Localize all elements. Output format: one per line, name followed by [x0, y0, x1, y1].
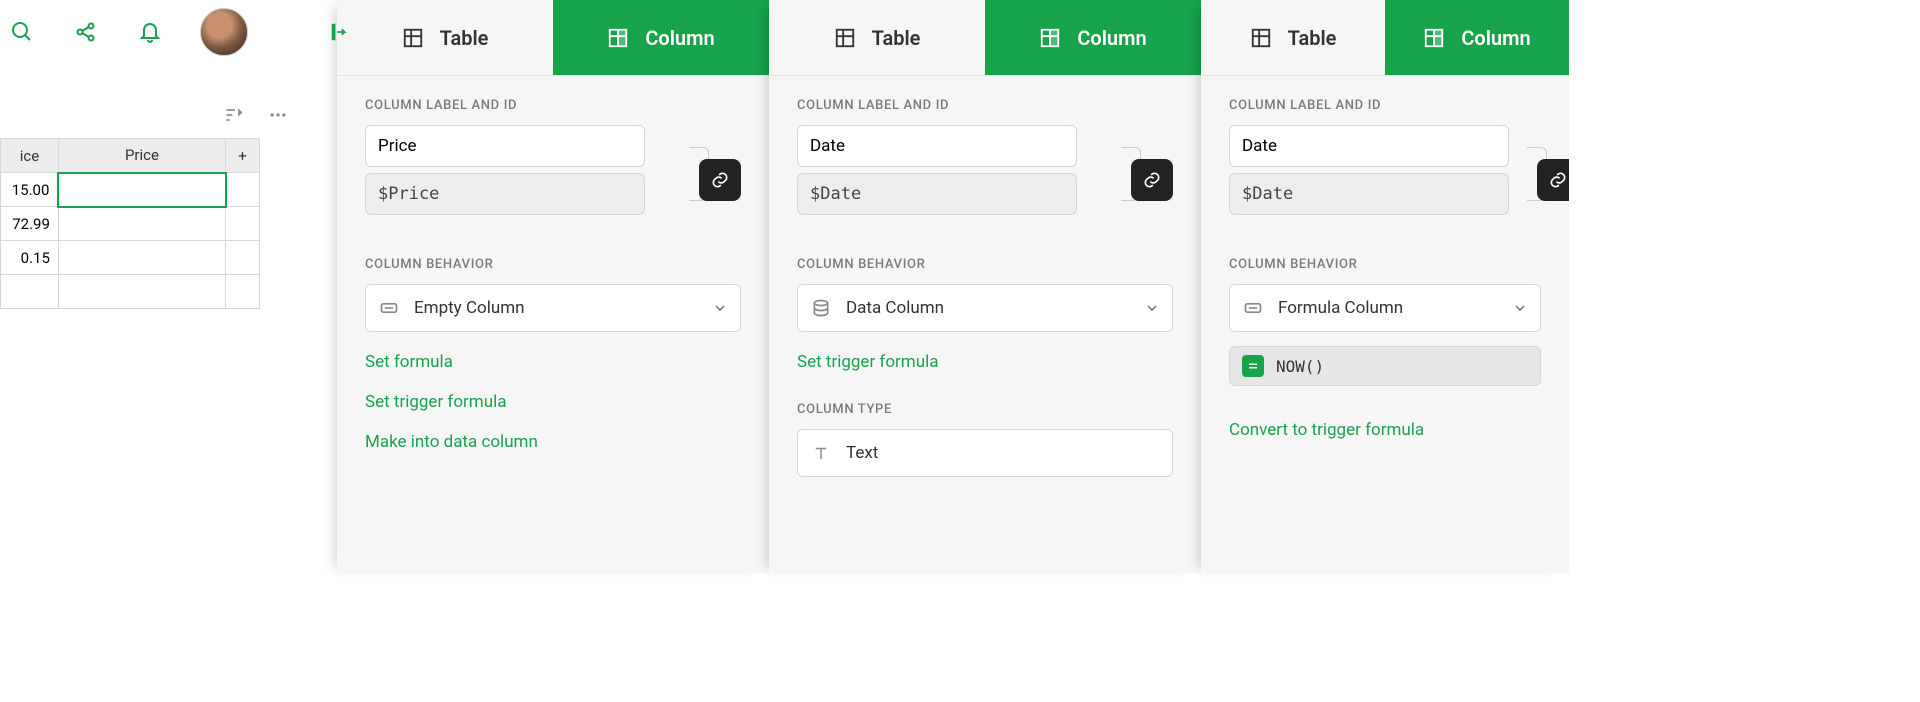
tab-column[interactable]: Column: [553, 0, 769, 75]
column-id-input[interactable]: $Price: [365, 173, 645, 215]
tab-label: Table: [872, 26, 921, 50]
formula-column-icon: [1242, 297, 1264, 319]
tab-table[interactable]: Table: [1201, 0, 1385, 75]
selected-cell[interactable]: [58, 173, 225, 207]
formula-chip-icon: [1242, 355, 1264, 377]
text-type-icon: [810, 442, 832, 464]
search-icon[interactable]: [8, 18, 36, 46]
table-row: 15.00: [1, 173, 260, 207]
tab-table[interactable]: Table: [769, 0, 985, 75]
type-select[interactable]: Text: [797, 429, 1173, 477]
make-data-column-link[interactable]: Make into data column: [365, 432, 741, 452]
behavior-select[interactable]: Formula Column: [1229, 284, 1541, 332]
empty-column-icon: [378, 297, 400, 319]
behavior-select[interactable]: Empty Column: [365, 284, 741, 332]
panel-exit-icon[interactable]: [326, 18, 354, 46]
table-icon: [1250, 27, 1272, 49]
column-icon: [1423, 27, 1445, 49]
set-formula-link[interactable]: Set formula: [365, 352, 741, 372]
behavior-value: Empty Column: [414, 298, 525, 318]
column-panel-3: Table Column COLUMN LABEL AND ID Date $D…: [1201, 0, 1569, 573]
table-row: [1, 275, 260, 309]
sheet-grid: ice Price + 15.00 72.99 0.15: [0, 138, 260, 309]
tab-table[interactable]: Table: [337, 0, 553, 75]
link-icon[interactable]: [1537, 159, 1569, 201]
column-label-input[interactable]: Price: [365, 125, 645, 167]
add-column-button[interactable]: +: [226, 139, 260, 173]
tab-column[interactable]: Column: [985, 0, 1201, 75]
section-label: COLUMN TYPE: [769, 380, 1201, 429]
table-row: 0.15: [1, 241, 260, 275]
type-value: Text: [846, 443, 878, 463]
table-icon: [834, 27, 856, 49]
column-header-price[interactable]: Price: [58, 139, 225, 173]
link-icon[interactable]: [1131, 159, 1173, 201]
panel-exit-icon[interactable]: [740, 28, 758, 46]
chevron-down-icon: [1144, 300, 1160, 316]
column-label-input[interactable]: Date: [797, 125, 1077, 167]
column-label-input[interactable]: Date: [1229, 125, 1509, 167]
chevron-down-icon: [712, 300, 728, 316]
column-id-input[interactable]: $Date: [1229, 173, 1509, 215]
section-label: COLUMN BEHAVIOR: [769, 235, 1201, 284]
cell[interactable]: [58, 275, 225, 309]
behavior-value: Formula Column: [1278, 298, 1403, 318]
section-label: COLUMN BEHAVIOR: [1201, 235, 1569, 284]
formula-input[interactable]: NOW(): [1229, 346, 1541, 386]
formula-text: NOW(): [1276, 357, 1324, 376]
convert-trigger-formula-link[interactable]: Convert to trigger formula: [1229, 420, 1541, 440]
action-links: Convert to trigger formula: [1201, 386, 1569, 440]
tab-row: Table Column: [337, 0, 769, 76]
more-icon[interactable]: [268, 105, 288, 125]
action-links: Set trigger formula: [769, 332, 1201, 372]
tab-label: Column: [645, 26, 714, 50]
table-icon: [402, 27, 424, 49]
cell[interactable]: 0.15: [1, 241, 59, 275]
bell-icon[interactable]: [136, 18, 164, 46]
topbar: [0, 0, 362, 64]
column-icon: [607, 27, 629, 49]
cell[interactable]: [1, 275, 59, 309]
tab-row: Table Column: [769, 0, 1201, 76]
sheet-actions: [0, 100, 336, 130]
section-label: COLUMN LABEL AND ID: [337, 76, 769, 125]
behavior-select[interactable]: Data Column: [797, 284, 1173, 332]
tab-row: Table Column: [1201, 0, 1569, 76]
panel-exit-icon[interactable]: [1172, 28, 1190, 46]
cell[interactable]: 15.00: [1, 173, 59, 207]
table-row: 72.99: [1, 207, 260, 241]
section-label: COLUMN LABEL AND ID: [769, 76, 1201, 125]
database-icon: [810, 297, 832, 319]
section-label: COLUMN LABEL AND ID: [1201, 76, 1569, 125]
column-id-input[interactable]: $Date: [797, 173, 1077, 215]
cell[interactable]: [58, 241, 225, 275]
section-label: COLUMN BEHAVIOR: [337, 235, 769, 284]
tab-label: Table: [1288, 26, 1337, 50]
avatar[interactable]: [200, 8, 248, 56]
set-trigger-formula-link[interactable]: Set trigger formula: [365, 392, 741, 412]
column-icon: [1039, 27, 1061, 49]
share-icon[interactable]: [72, 18, 100, 46]
set-trigger-formula-link[interactable]: Set trigger formula: [797, 352, 1173, 372]
behavior-value: Data Column: [846, 298, 944, 318]
tab-label: Column: [1461, 26, 1530, 50]
chevron-down-icon: [1512, 300, 1528, 316]
tab-column[interactable]: Column: [1385, 0, 1569, 75]
cell[interactable]: 72.99: [1, 207, 59, 241]
tab-label: Table: [440, 26, 489, 50]
link-icon[interactable]: [699, 159, 741, 201]
tab-label: Column: [1077, 26, 1146, 50]
action-links: Set formula Set trigger formula Make int…: [337, 332, 769, 452]
sort-filter-icon[interactable]: [224, 105, 244, 125]
sheet-area: ice Price + 15.00 72.99 0.15: [0, 80, 336, 309]
column-panel-2: Table Column COLUMN LABEL AND ID Date $D…: [769, 0, 1201, 573]
cell[interactable]: [58, 207, 225, 241]
column-header-partial[interactable]: ice: [1, 139, 59, 173]
column-panel-1: Table Column COLUMN LABEL AND ID Price $…: [337, 0, 769, 573]
